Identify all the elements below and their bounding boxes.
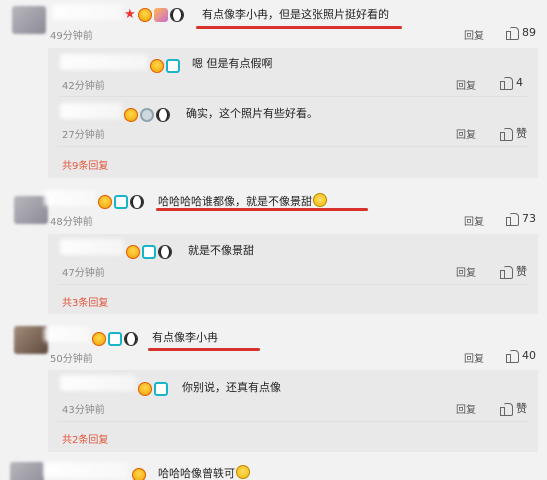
camera-badge-icon	[166, 58, 180, 73]
like-button[interactable]: 89	[506, 26, 536, 40]
divider	[58, 96, 528, 97]
highlight-underline	[156, 208, 368, 211]
rocket-badge-icon	[153, 7, 168, 22]
reply-button[interactable]: 回复	[464, 213, 484, 228]
reply-username[interactable]	[60, 239, 124, 255]
crown-badge-icon	[126, 244, 140, 259]
avatar[interactable]	[14, 326, 48, 354]
like-button[interactable]: 赞	[500, 125, 527, 141]
reply-button[interactable]: 回复	[456, 77, 476, 92]
thumbs-up-icon	[500, 76, 513, 90]
crown-badge-icon	[137, 7, 152, 22]
avatar[interactable]	[14, 196, 48, 224]
reply-username[interactable]	[60, 103, 122, 119]
user-badges	[150, 55, 182, 74]
like-count: 40	[522, 349, 536, 362]
laughing-emoji-icon	[236, 465, 250, 479]
like-count: 73	[522, 212, 536, 225]
crown-badge-icon	[138, 381, 152, 396]
panda-badge-icon	[158, 244, 172, 259]
user-badges	[124, 104, 172, 123]
reply-username[interactable]	[60, 375, 136, 391]
comment-text: 哈哈哈哈谁都像，就是不像景甜	[158, 193, 327, 209]
star-badge-icon: ★	[124, 7, 136, 22]
camera-badge-icon	[108, 331, 122, 346]
crown-badge-icon	[92, 331, 106, 346]
view-more-replies-link[interactable]: 共9条回复	[62, 157, 108, 172]
username[interactable]	[52, 4, 122, 20]
comment-time: 50分钟前	[50, 354, 93, 365]
panda-badge-icon	[124, 331, 138, 346]
comment-time: 48分钟前	[50, 217, 93, 228]
username[interactable]	[44, 326, 90, 342]
thumbs-up-icon	[500, 265, 513, 279]
user-badges: ★	[124, 4, 186, 23]
reply-button[interactable]: 回复	[464, 350, 484, 365]
reply-username[interactable]	[60, 54, 148, 70]
reply-text: 你别说，还真有点像	[182, 381, 281, 394]
view-more-replies-link[interactable]: 共3条回复	[62, 294, 108, 309]
thumbs-up-icon	[506, 349, 519, 363]
user-badges	[126, 241, 174, 260]
like-label: 赞	[516, 127, 527, 140]
reply-button[interactable]: 回复	[456, 401, 476, 416]
highlight-underline	[196, 26, 402, 29]
like-button[interactable]: 40	[506, 349, 536, 363]
comment-text: 哈哈哈像曾轶可	[158, 465, 250, 480]
highlight-underline	[148, 348, 260, 351]
reply-time: 43分钟前	[62, 405, 105, 416]
divider	[58, 146, 528, 147]
reply-text: 就是不像景甜	[188, 244, 254, 257]
comment-time: 49分钟前	[50, 31, 93, 42]
reply-time: 47分钟前	[62, 268, 105, 279]
reply-text: 确实，这个照片有些好看。	[186, 107, 318, 120]
user-badges	[98, 191, 146, 210]
panda-badge-icon	[156, 107, 170, 122]
view-more-replies-link[interactable]: 共2条回复	[62, 431, 108, 446]
reply-time: 42分钟前	[62, 81, 105, 92]
comment-text: 有点像李小冉，但是这张照片挺好看的	[202, 8, 389, 21]
like-button[interactable]: 赞	[500, 400, 527, 416]
thumbs-up-icon	[506, 212, 519, 226]
reply-button[interactable]: 回复	[456, 264, 476, 279]
user-badges	[92, 328, 140, 347]
laughing-emoji-icon	[313, 193, 327, 207]
like-button[interactable]: 73	[506, 212, 536, 226]
comment-text: 有点像李小冉	[152, 331, 218, 344]
reply-time: 27分钟前	[62, 130, 105, 141]
like-label: 赞	[516, 402, 527, 415]
like-count: 89	[522, 26, 536, 39]
panda-badge-icon	[130, 194, 144, 209]
panda-badge-icon	[169, 7, 184, 22]
avatar[interactable]	[10, 462, 44, 480]
username[interactable]	[44, 462, 128, 478]
thumbs-up-icon	[506, 26, 519, 40]
like-label: 赞	[516, 265, 527, 278]
camera-badge-icon	[142, 244, 156, 259]
user-badges	[132, 464, 148, 480]
avatar[interactable]	[12, 6, 46, 34]
user-badges	[138, 378, 170, 397]
divider	[58, 421, 528, 422]
divider	[58, 284, 528, 285]
crown-badge-icon	[150, 58, 164, 73]
reply-button[interactable]: 回复	[456, 126, 476, 141]
camera-badge-icon	[154, 381, 168, 396]
like-button[interactable]: 赞	[500, 263, 527, 279]
crown-badge-icon	[98, 194, 112, 209]
thumbs-up-icon	[500, 127, 513, 141]
crown-badge-icon	[132, 467, 146, 480]
like-count: 4	[516, 76, 523, 89]
reply-button[interactable]: 回复	[464, 27, 484, 42]
crown-badge-icon	[124, 107, 138, 122]
camera-badge-icon	[114, 194, 128, 209]
username[interactable]	[44, 190, 96, 206]
thumbs-up-icon	[500, 402, 513, 416]
medal-badge-icon	[140, 107, 154, 122]
reply-text: 嗯 但是有点假啊	[192, 57, 273, 70]
like-button[interactable]: 4	[500, 76, 523, 90]
